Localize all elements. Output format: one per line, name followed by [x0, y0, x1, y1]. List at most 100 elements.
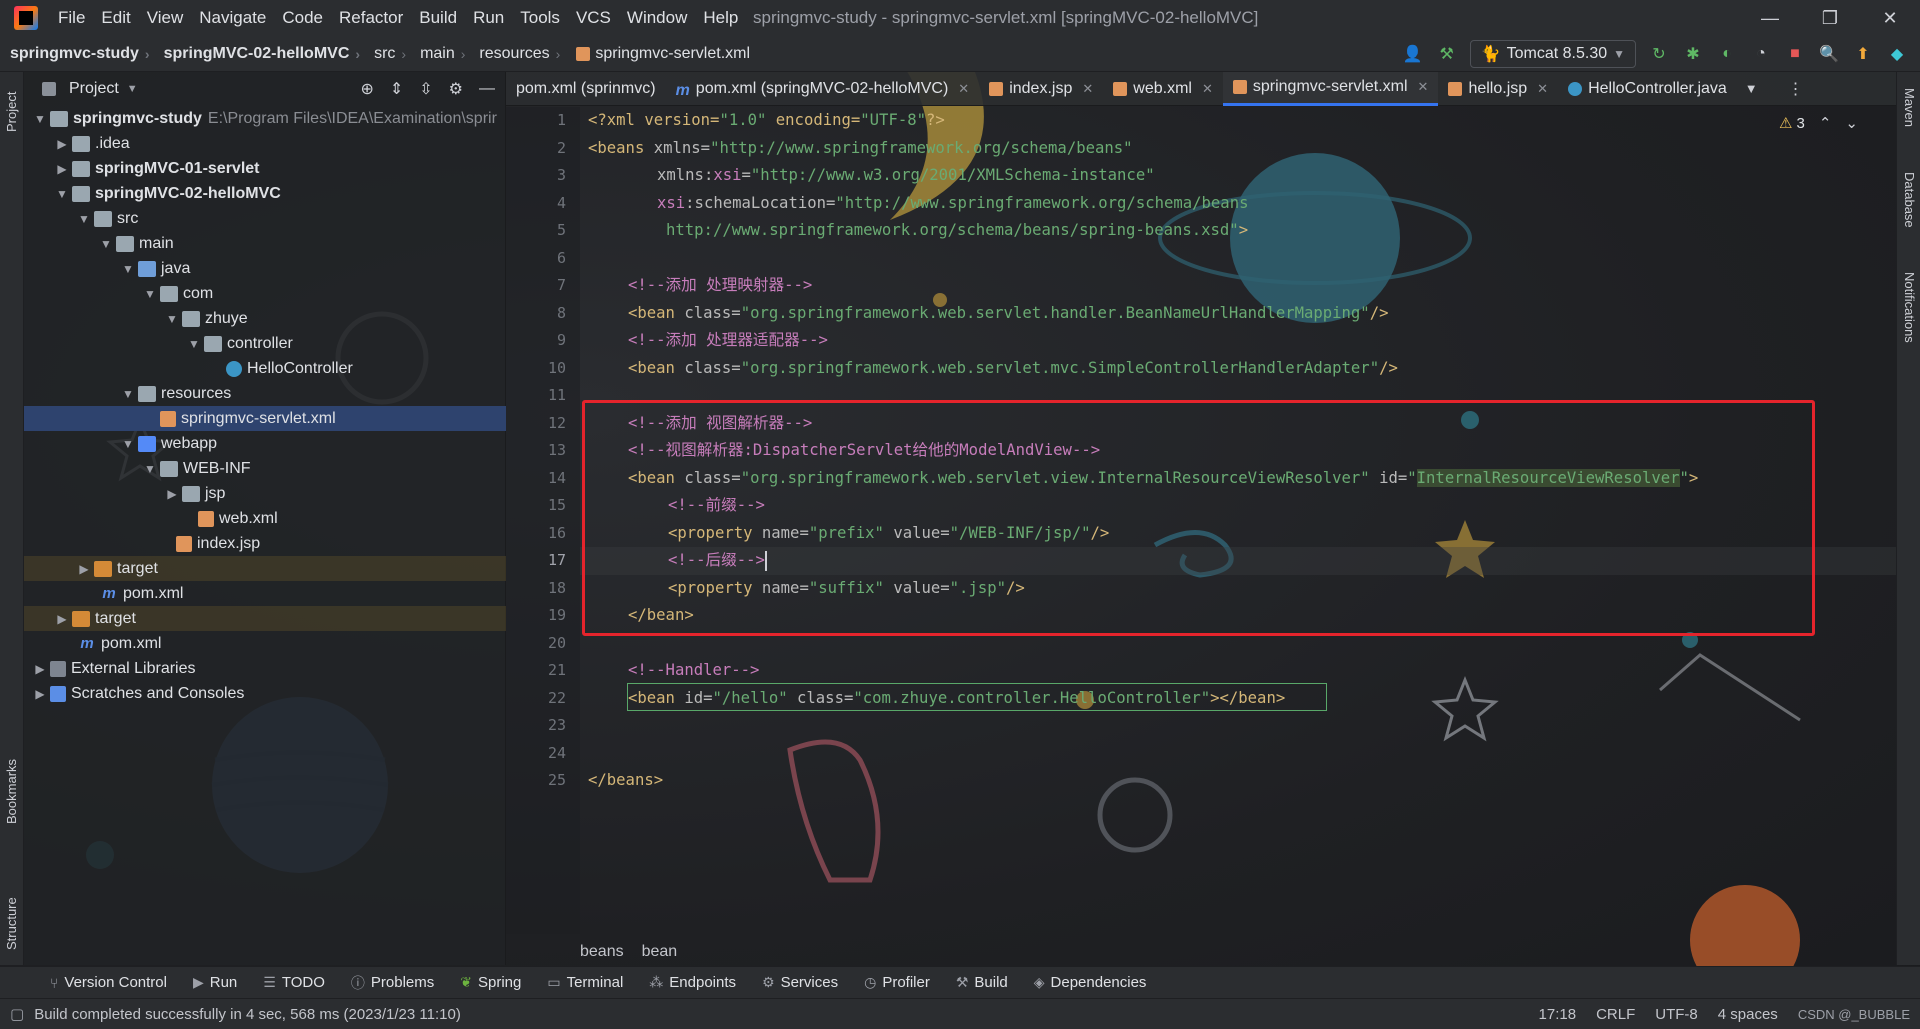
chevron-down-icon[interactable]: ▼: [164, 312, 180, 326]
tree-item-java[interactable]: ▼ java: [24, 256, 506, 281]
profile-icon[interactable]: ◔: [1750, 43, 1772, 65]
tree-item-module-02[interactable]: ▼ springMVC-02-helloMVC: [24, 181, 506, 206]
close-icon[interactable]: ✕: [1082, 81, 1093, 97]
breadcrumb-resources[interactable]: resources ›: [469, 45, 564, 63]
tree-item-src[interactable]: ▼ src: [24, 206, 506, 231]
chevron-right-icon[interactable]: ▶: [164, 487, 180, 501]
tree-item-external-libraries[interactable]: ▶ External Libraries: [24, 656, 506, 681]
chevron-up-icon[interactable]: ⌃: [1819, 114, 1832, 132]
chevron-right-icon[interactable]: ▶: [54, 137, 70, 151]
menu-window[interactable]: Window: [619, 0, 695, 36]
services-button[interactable]: ⚙ Services: [752, 974, 848, 991]
tree-item-resources[interactable]: ▼ resources: [24, 381, 506, 406]
menu-view[interactable]: View: [139, 0, 192, 36]
tree-item-target-module[interactable]: ▶ target: [24, 556, 506, 581]
chevron-down-icon[interactable]: ▼: [76, 212, 92, 226]
tab-web-xml[interactable]: web.xml ✕: [1103, 72, 1223, 106]
user-icon[interactable]: 👤: [1402, 43, 1424, 65]
indent-setting[interactable]: 4 spaces: [1718, 1006, 1778, 1023]
breadcrumb-module[interactable]: springMVC-02-helloMVC ›: [154, 45, 364, 63]
version-control-button[interactable]: ⑂ Version Control: [40, 974, 177, 991]
maximize-button[interactable]: ❐: [1800, 0, 1860, 36]
breadcrumb-src[interactable]: src ›: [364, 45, 410, 63]
more-options-icon[interactable]: ⋮: [1788, 79, 1804, 99]
chevron-down-icon[interactable]: ▼: [186, 337, 202, 351]
expand-all-icon[interactable]: ⇕: [390, 79, 403, 99]
menu-code[interactable]: Code: [274, 0, 331, 36]
chevron-down-icon[interactable]: ▼: [98, 237, 114, 251]
tree-item-zhuye[interactable]: ▼ zhuye: [24, 306, 506, 331]
chevron-down-icon[interactable]: ▼: [127, 83, 138, 95]
tree-item-hellocontroller[interactable]: HelloController: [24, 356, 506, 381]
database-tool-button[interactable]: Database: [1902, 172, 1917, 228]
collapse-all-icon[interactable]: ⇳: [419, 79, 432, 99]
chevron-down-icon[interactable]: ⌄: [1845, 114, 1858, 132]
line-separator[interactable]: CRLF: [1596, 1006, 1635, 1023]
tree-item-jsp[interactable]: ▶ jsp: [24, 481, 506, 506]
profiler-button[interactable]: ◷ Profiler: [854, 974, 940, 991]
breadcrumb-project[interactable]: springmvc-study ›: [0, 45, 154, 63]
breadcrumb-beans[interactable]: beans: [580, 943, 624, 961]
tab-hellocontroller-java[interactable]: HelloController.java: [1558, 72, 1737, 106]
tree-item-module-01[interactable]: ▶ springMVC-01-servlet: [24, 156, 506, 181]
notifications-tool-button[interactable]: Notifications: [1902, 272, 1917, 343]
breadcrumb-bean[interactable]: bean: [642, 943, 678, 961]
close-icon[interactable]: ✕: [1418, 79, 1429, 95]
close-icon[interactable]: ✕: [1202, 81, 1213, 97]
tree-item-springmvc-servlet-xml[interactable]: springmvc-servlet.xml: [24, 406, 506, 431]
spring-button[interactable]: ❦ Spring: [450, 974, 531, 991]
chevron-right-icon[interactable]: ▶: [32, 662, 48, 676]
tree-item-webapp[interactable]: ▼ webapp: [24, 431, 506, 456]
tab-pom-sprinmvc[interactable]: pom.xml (sprinmvc): [506, 72, 666, 106]
update-icon[interactable]: ⬆: [1852, 43, 1874, 65]
menu-refactor[interactable]: Refactor: [331, 0, 411, 36]
chevron-down-icon[interactable]: ▼: [120, 437, 136, 451]
tabs-dropdown-icon[interactable]: ▼: [1745, 81, 1758, 96]
bookmarks-tool-button[interactable]: Bookmarks: [4, 759, 19, 824]
tab-pom-hellomvc[interactable]: m pom.xml (springMVC-02-helloMVC) ✕: [666, 72, 980, 106]
inspection-widget[interactable]: ⚠ 3 ⌃ ⌄: [1779, 114, 1858, 133]
build-button[interactable]: ⚒ Build: [946, 974, 1018, 991]
menu-edit[interactable]: Edit: [93, 0, 138, 36]
close-icon[interactable]: ✕: [1537, 81, 1548, 97]
problems-button[interactable]: ⓘ Problems: [341, 973, 444, 993]
chevron-down-icon[interactable]: ▼: [32, 112, 48, 126]
file-encoding[interactable]: UTF-8: [1655, 1006, 1698, 1023]
rerun-icon[interactable]: ↻: [1648, 43, 1670, 65]
chevron-down-icon[interactable]: ▼: [142, 287, 158, 301]
chevron-right-icon[interactable]: ▶: [32, 687, 48, 701]
tree-item-pom-root[interactable]: m pom.xml: [24, 631, 506, 656]
chevron-down-icon[interactable]: ▼: [142, 462, 158, 476]
close-button[interactable]: ✕: [1860, 0, 1920, 36]
tab-index-jsp[interactable]: index.jsp ✕: [979, 72, 1103, 106]
hide-icon[interactable]: —: [479, 80, 495, 98]
tree-item-index-jsp[interactable]: index.jsp: [24, 531, 506, 556]
breadcrumb-main[interactable]: main ›: [410, 45, 469, 63]
run-button[interactable]: ▶ Run: [183, 974, 247, 991]
menu-file[interactable]: File: [50, 0, 93, 36]
debug-bug-icon[interactable]: ✱: [1682, 43, 1704, 65]
coverage-icon[interactable]: ◐: [1716, 43, 1738, 65]
chevron-down-icon[interactable]: ▼: [54, 187, 70, 201]
chevron-right-icon[interactable]: ▶: [76, 562, 92, 576]
dependencies-button[interactable]: ◈ Dependencies: [1024, 974, 1157, 991]
menu-run[interactable]: Run: [465, 0, 512, 36]
tree-item-scratches[interactable]: ▶ Scratches and Consoles: [24, 681, 506, 706]
tree-item-project-root[interactable]: ▼ springmvc-study E:\Program Files\IDEA\…: [24, 106, 506, 131]
chevron-down-icon[interactable]: ▼: [120, 262, 136, 276]
menu-tools[interactable]: Tools: [512, 0, 568, 36]
todo-button[interactable]: ☰ TODO: [253, 974, 335, 991]
tab-springmvc-servlet-xml[interactable]: springmvc-servlet.xml ✕: [1222, 71, 1439, 106]
chevron-right-icon[interactable]: ▶: [54, 162, 70, 176]
breadcrumb-file[interactable]: springmvc-servlet.xml: [564, 45, 754, 63]
intellij-logo-icon[interactable]: [14, 6, 38, 30]
project-tool-button[interactable]: Project: [4, 92, 19, 132]
minimize-button[interactable]: —: [1740, 0, 1800, 36]
caret-position[interactable]: 17:18: [1539, 1006, 1577, 1023]
structure-tool-button[interactable]: Structure: [4, 897, 19, 950]
tree-item-controller[interactable]: ▼ controller: [24, 331, 506, 356]
toolbox-icon[interactable]: ◆: [1886, 43, 1908, 65]
close-icon[interactable]: ✕: [958, 81, 969, 97]
endpoints-button[interactable]: ⁂ Endpoints: [639, 974, 746, 991]
tree-item-web-inf[interactable]: ▼ WEB-INF: [24, 456, 506, 481]
